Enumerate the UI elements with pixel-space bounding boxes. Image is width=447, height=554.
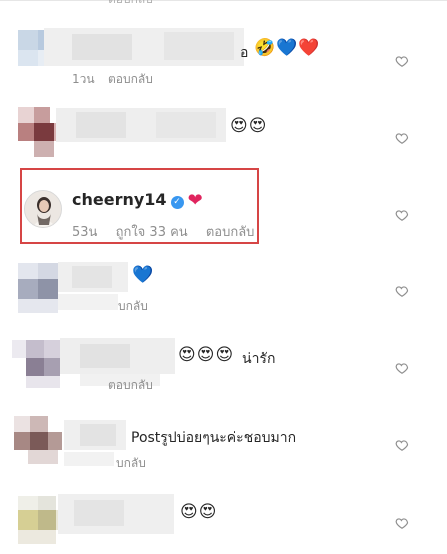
comment-6-reply[interactable]: บกลับ [116, 454, 146, 473]
comment-1-suffix: อ [240, 45, 249, 61]
top-divider [0, 0, 447, 1]
like-button-3[interactable] [395, 208, 409, 222]
heart-outline-icon [395, 518, 409, 529]
heart-outline-icon [395, 133, 409, 144]
heart-outline-icon [395, 363, 409, 374]
heart-outline-icon [395, 286, 409, 297]
comment-4-emojis: 💙 [132, 265, 155, 285]
comment-2-emojis: 😍😍 [230, 116, 268, 136]
comment-5-emojis: 😍😍😍 [178, 345, 235, 365]
like-button-1[interactable] [395, 54, 409, 68]
like-button-7[interactable] [395, 516, 409, 530]
red-heart-emoji: ❤ [187, 190, 203, 211]
comment-1-time: 1วน [72, 72, 95, 86]
like-button-4[interactable] [395, 284, 409, 298]
comment-4-reply[interactable]: บกลับ [118, 297, 148, 316]
like-button-5[interactable] [395, 361, 409, 375]
comment-5-text: น่ารัก [242, 351, 276, 367]
comment-3-header: cheerny14 ✓ ❤ [72, 190, 203, 211]
comment-3-meta: 53น ถูกใจ 33 คน ตอบกลับ [72, 221, 268, 242]
comment-3-time: 53น [72, 225, 98, 240]
like-button-6[interactable] [395, 438, 409, 452]
heart-outline-icon [395, 440, 409, 451]
comment-7-emojis: 😍😍 [180, 502, 218, 522]
heart-outline-icon [395, 56, 409, 67]
comment-1-reply[interactable]: ตอบกลับ [108, 70, 153, 89]
comment-3-likes[interactable]: ถูกใจ 33 คน [116, 225, 188, 240]
username[interactable]: cheerny14 [72, 190, 167, 209]
comment-6-text: Postรูปบ่อยๆนะค่ะชอบมาก [131, 430, 297, 446]
top-reply-fragment: ตอบกลับ [108, 0, 153, 9]
verified-badge-icon: ✓ [170, 196, 184, 209]
avatar[interactable] [24, 190, 62, 228]
comment-5-reply[interactable]: ตอบกลับ [108, 376, 153, 395]
like-button-2[interactable] [395, 131, 409, 145]
comment-3-reply[interactable]: ตอบกลับ [206, 225, 255, 240]
comment-1-emojis: 🤣💙❤️ [254, 38, 321, 58]
heart-outline-icon [395, 210, 409, 221]
